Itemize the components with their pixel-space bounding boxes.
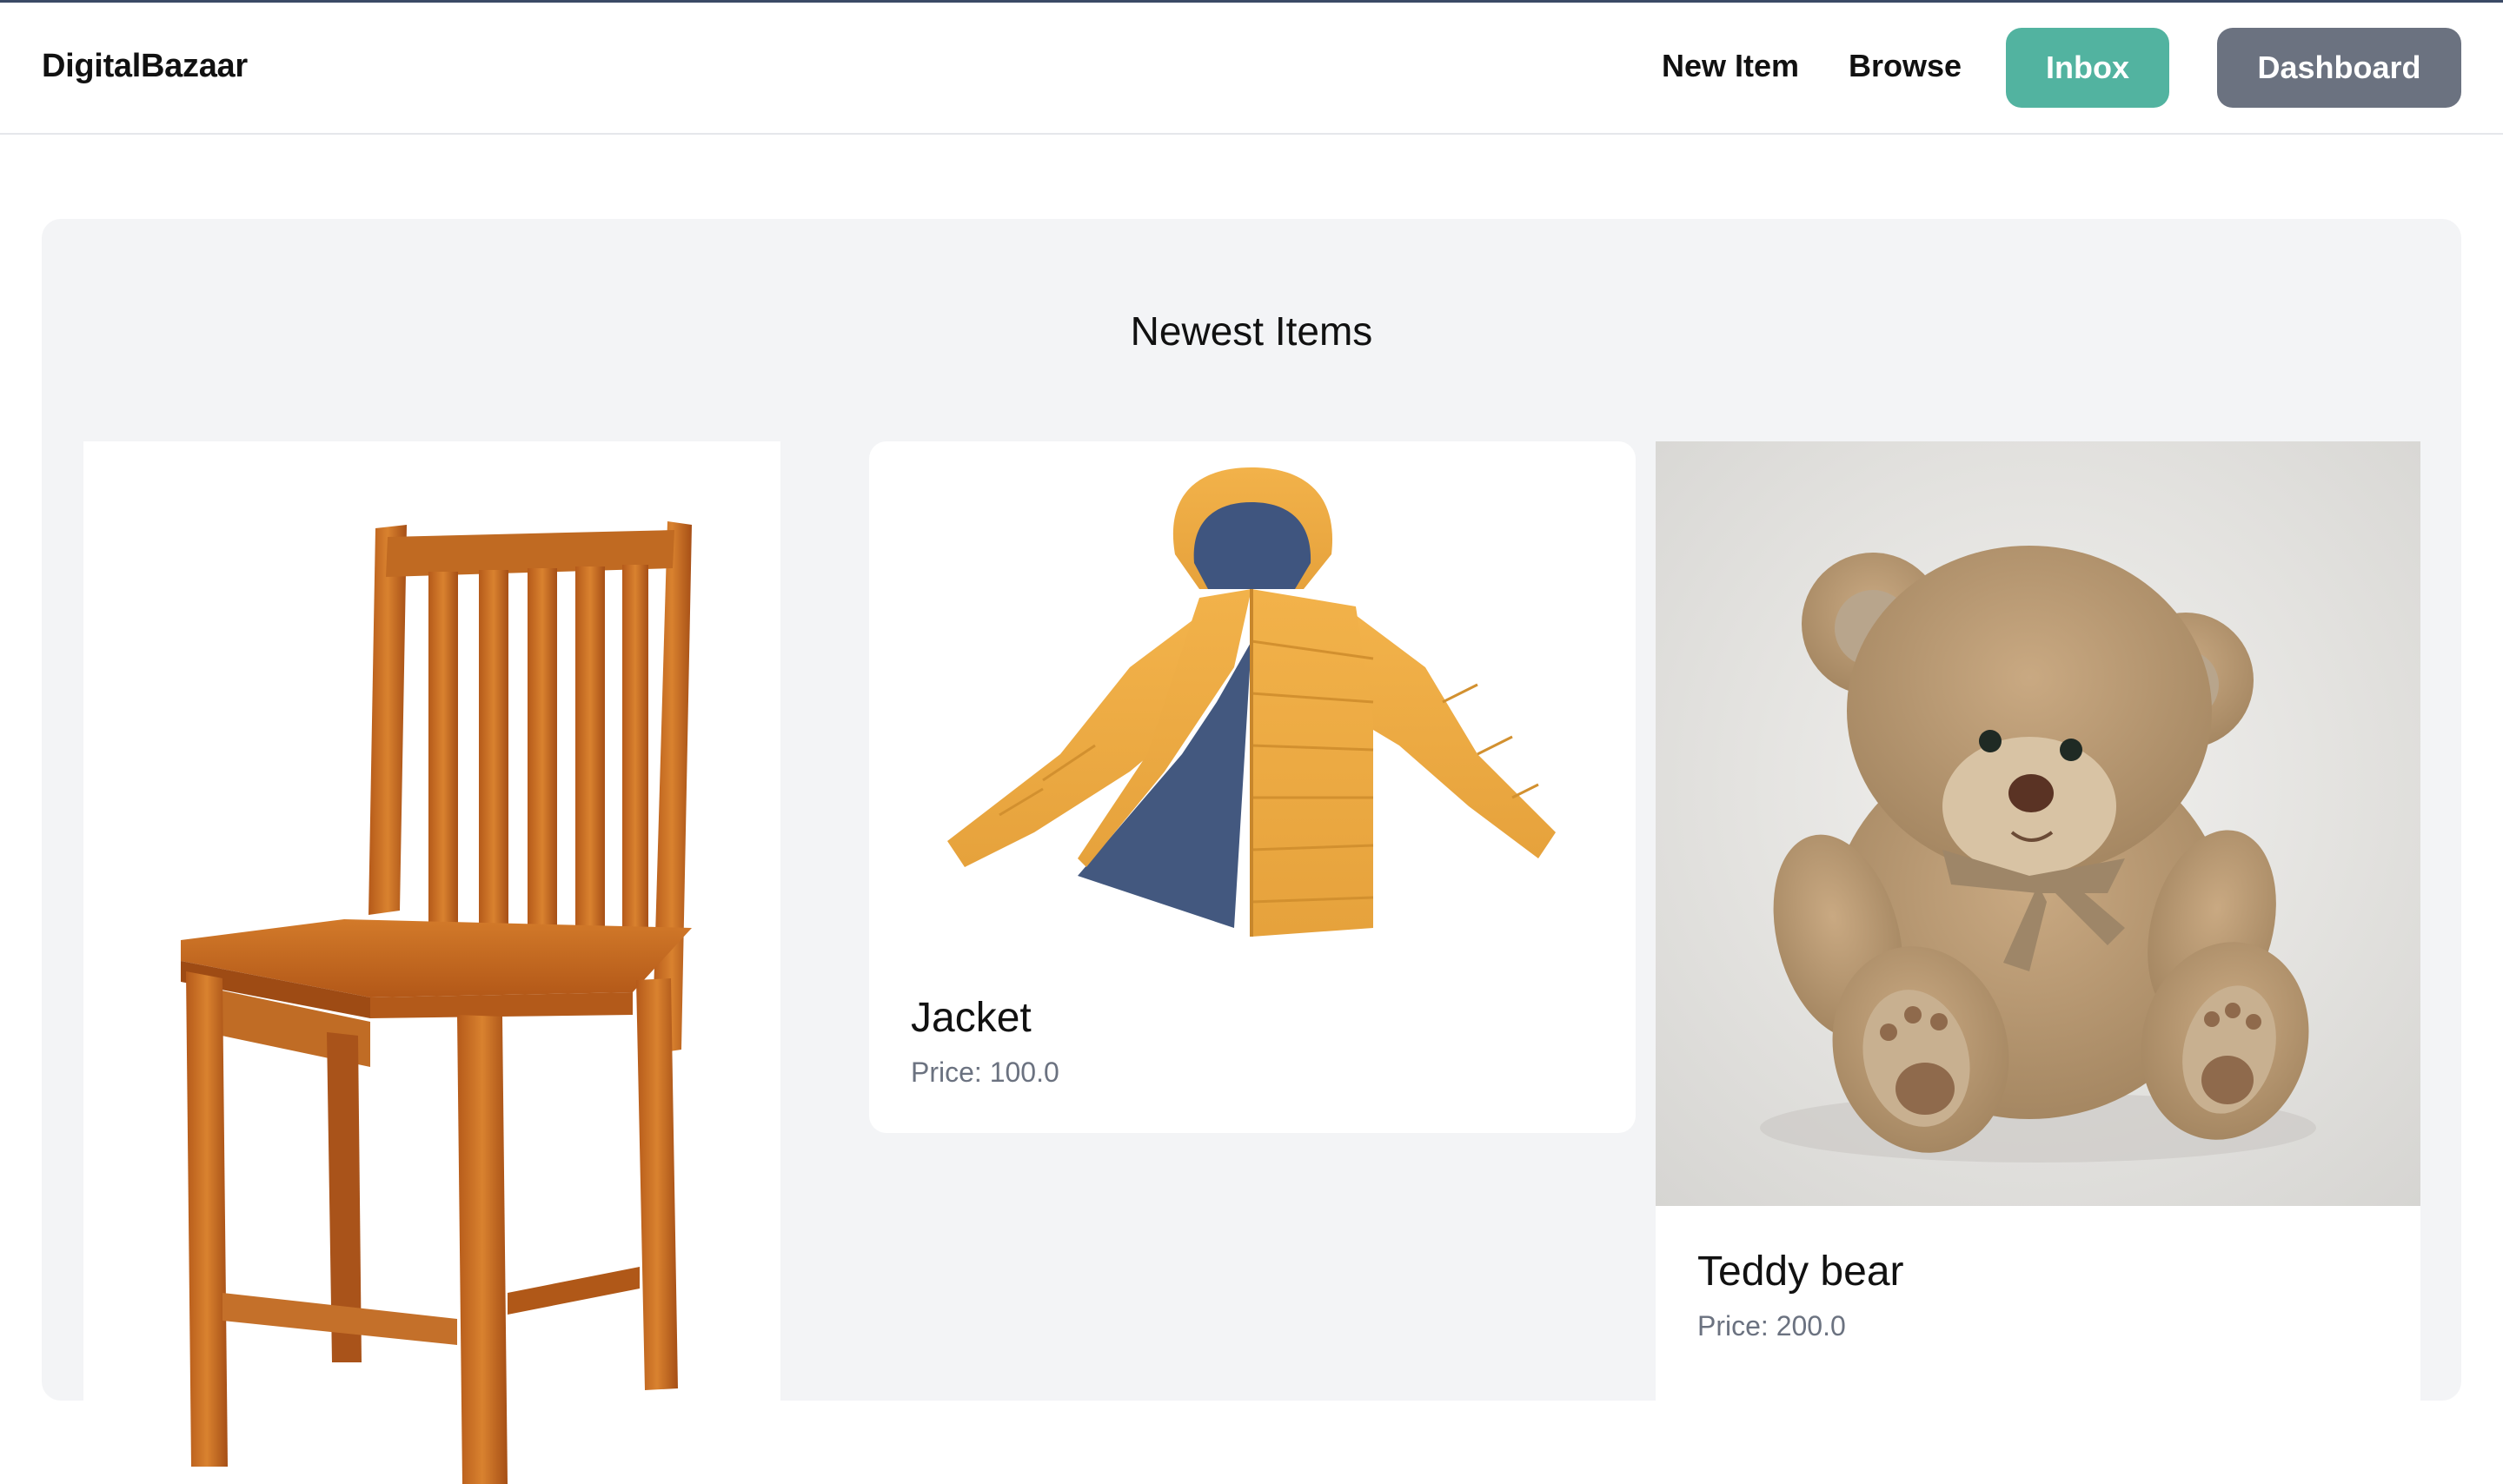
item-price-teddy-bear: Price: 200.0 bbox=[1697, 1310, 1846, 1342]
nav-browse-link[interactable]: Browse bbox=[1849, 48, 1962, 84]
chair-image bbox=[181, 521, 692, 1484]
inbox-button[interactable]: Inbox bbox=[2006, 28, 2169, 108]
nav-new-item-link[interactable]: New Item bbox=[1662, 48, 1799, 84]
item-price-jacket: Price: 100.0 bbox=[911, 1057, 1059, 1088]
dashboard-button[interactable]: Dashboard bbox=[2217, 28, 2461, 108]
teddy-bear-image bbox=[1760, 546, 2316, 1163]
item-card-teddy-bear[interactable]: Teddy bear Price: 200.0 bbox=[1656, 441, 2420, 1484]
item-name-teddy-bear: Teddy bear bbox=[1697, 1249, 1904, 1295]
item-card-chair[interactable] bbox=[83, 441, 780, 1484]
section-title: Newest Items bbox=[1130, 308, 1373, 354]
navbar: DigitalBazaar New Item Browse Inbox Dash… bbox=[0, 3, 2503, 135]
newest-items-section: Newest Items Jacket Price: 100.0 Teddy b… bbox=[42, 219, 2461, 1484]
jacket-image bbox=[947, 467, 1556, 937]
item-name-jacket: Jacket bbox=[911, 995, 1032, 1041]
item-card-jacket[interactable]: Jacket Price: 100.0 bbox=[869, 441, 1636, 1133]
brand-logo[interactable]: DigitalBazaar bbox=[42, 48, 248, 85]
